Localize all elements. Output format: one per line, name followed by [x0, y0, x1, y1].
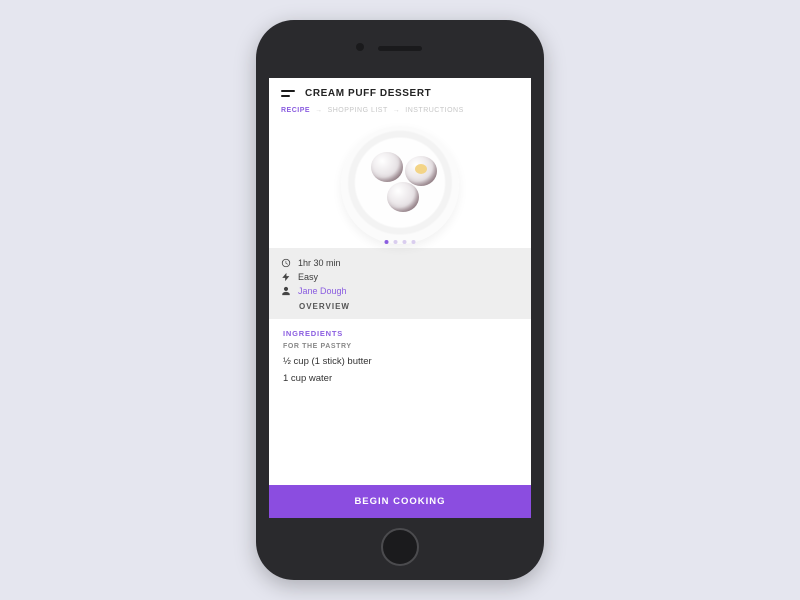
chevron-right-icon: →: [393, 107, 401, 114]
meta-difficulty: Easy: [298, 272, 318, 282]
hero-image[interactable]: [269, 122, 531, 248]
breadcrumb-shopping-list[interactable]: SHOPPING LIST: [328, 107, 388, 114]
menu-icon[interactable]: [281, 90, 295, 97]
breadcrumb-instructions[interactable]: INSTRUCTIONS: [405, 107, 464, 114]
meta-time: 1hr 30 min: [298, 258, 341, 268]
carousel-dots[interactable]: [385, 240, 416, 244]
overview-label: OVERVIEW: [281, 302, 519, 311]
phone-frame: CREAM PUFF DESSERT RECIPE → SHOPPING LIS…: [256, 20, 544, 580]
breadcrumb-recipe[interactable]: RECIPE: [281, 107, 310, 114]
list-item: ½ cup (1 stick) butter: [283, 356, 517, 367]
top-bar: CREAM PUFF DESSERT RECIPE → SHOPPING LIS…: [269, 78, 531, 122]
clock-icon: [281, 258, 291, 268]
user-icon: [281, 286, 291, 296]
ingredients-heading: INGREDIENTS: [283, 329, 517, 338]
home-button[interactable]: [381, 528, 419, 566]
breadcrumb: RECIPE → SHOPPING LIST → INSTRUCTIONS: [281, 107, 519, 114]
list-item: 1 cup water: [283, 373, 517, 384]
lightning-icon: [281, 272, 291, 282]
page-title: CREAM PUFF DESSERT: [305, 88, 431, 99]
recipe-photo: [341, 126, 459, 244]
meta-author[interactable]: Jane Dough: [298, 286, 347, 296]
chevron-right-icon: →: [315, 107, 323, 114]
recipe-meta: 1hr 30 min Easy Jane Dough OVERVIEW: [269, 248, 531, 319]
app-screen: CREAM PUFF DESSERT RECIPE → SHOPPING LIS…: [269, 78, 531, 518]
begin-cooking-button[interactable]: BEGIN COOKING: [269, 485, 531, 518]
ingredients-section: FOR THE PASTRY: [283, 343, 517, 350]
